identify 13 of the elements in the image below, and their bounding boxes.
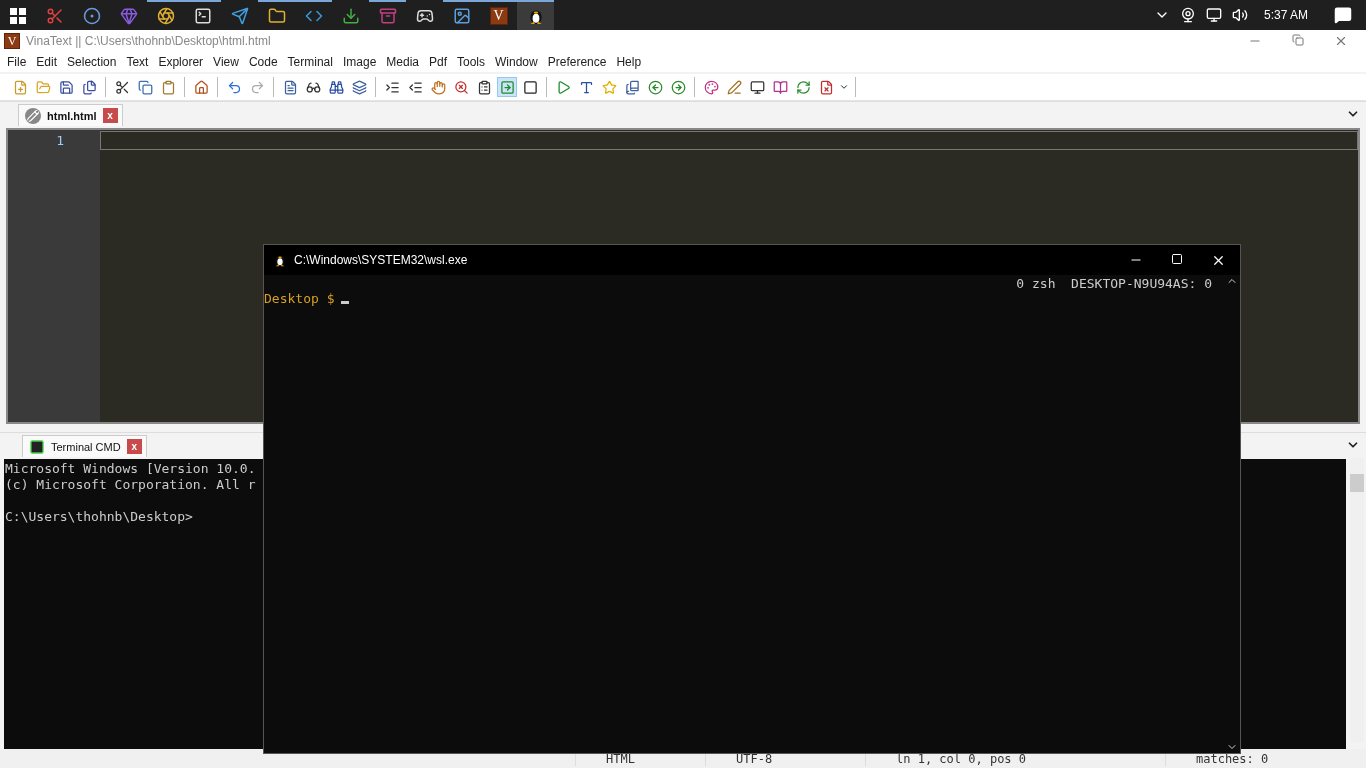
console-title: C:\Windows\SYSTEM32\wsl.exe <box>294 253 468 267</box>
app-logo: V <box>4 33 20 49</box>
line-number: 1 <box>56 133 64 148</box>
tab-label: Terminal CMD <box>51 440 121 453</box>
tab-label: html.html <box>47 109 97 122</box>
prompt-sign: $ <box>326 291 335 306</box>
terminal-prompt: C:\Users\thohnb\Desktop> <box>5 509 194 525</box>
tmux-status: 0 zsh DESKTOP-N9U94AS: 0 <box>1016 276 1213 291</box>
prompt-directory: Desktop <box>264 291 319 306</box>
window-title: VinaText || C:\Users\thohnb\Desktop\html.html <box>26 34 271 48</box>
terminal-line: Microsoft Windows [Version 10.0. <box>5 461 257 477</box>
app-logo: V <box>489 7 508 25</box>
terminal-line: (c) Microsoft Corporation. All r <box>5 477 257 493</box>
